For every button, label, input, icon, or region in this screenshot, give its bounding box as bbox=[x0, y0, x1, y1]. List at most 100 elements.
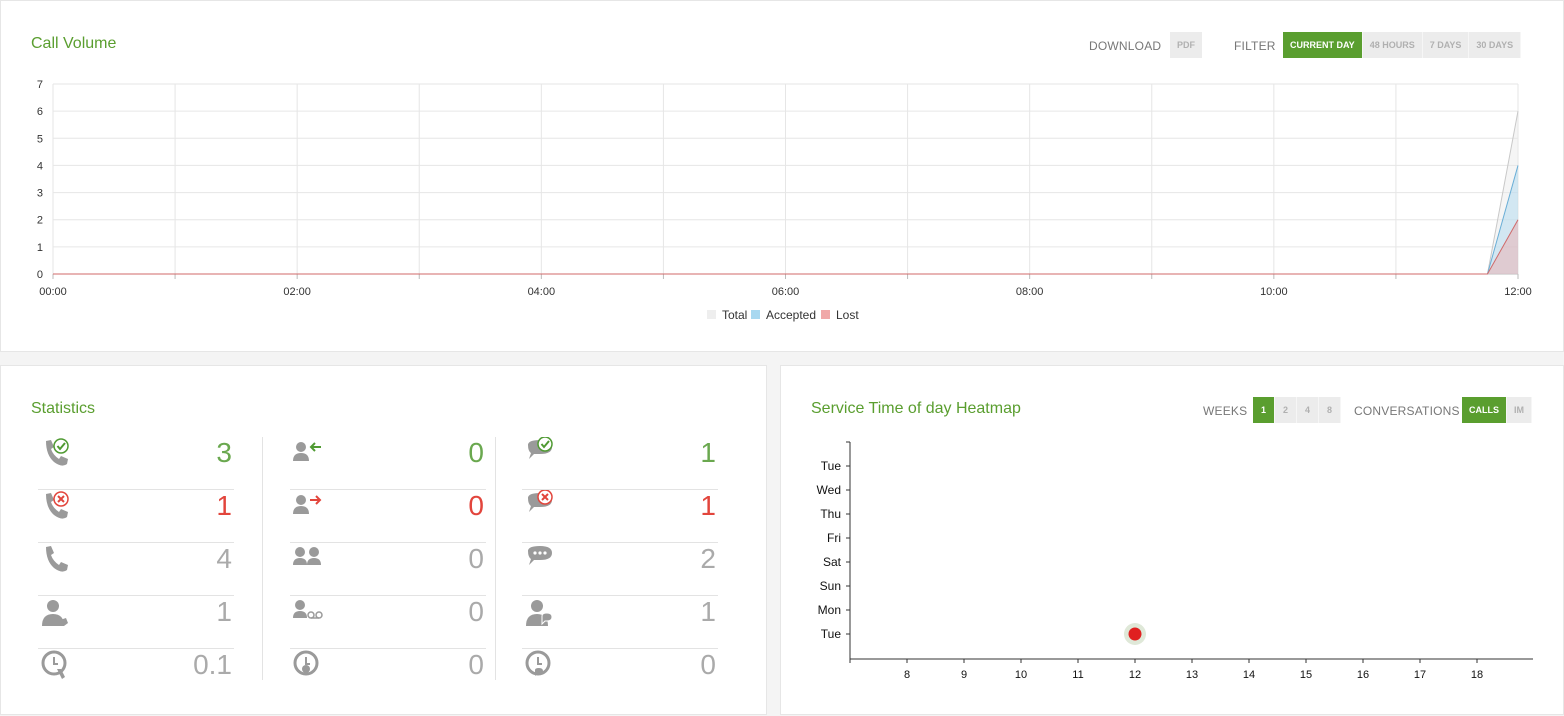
x-tick-label: 08:00 bbox=[1016, 286, 1044, 298]
weeks-group: 1248 bbox=[1253, 397, 1342, 423]
stat-value: 0 bbox=[468, 596, 484, 627]
heatmap-panel: Service Time of day Heatmap WEEKS 1248 C… bbox=[780, 365, 1564, 715]
x-tick-label: 16 bbox=[1357, 669, 1369, 681]
stat-row: 0 bbox=[290, 596, 486, 649]
download-label: DOWNLOAD bbox=[1089, 39, 1162, 53]
stat-value: 0 bbox=[468, 437, 484, 468]
stat-value: 1 bbox=[700, 596, 716, 627]
filter-label: FILTER bbox=[1234, 39, 1276, 53]
x-tick-label: 12:00 bbox=[1504, 286, 1532, 298]
users-voicemail-icon bbox=[292, 596, 326, 630]
y-tick-label: 3 bbox=[37, 188, 43, 200]
weeks-1-button[interactable]: 1 bbox=[1253, 397, 1276, 423]
legend-swatch bbox=[707, 310, 716, 319]
y-tick-label: Tue bbox=[821, 627, 842, 641]
stat-row: 1 bbox=[38, 490, 234, 543]
conversations-label: CONVERSATIONS bbox=[1354, 404, 1460, 418]
stat-value: 3 bbox=[216, 437, 232, 468]
x-tick-label: 14 bbox=[1243, 669, 1255, 681]
conversations-calls-button[interactable]: CALLS bbox=[1462, 397, 1507, 423]
filter-30-days-button[interactable]: 30 DAYS bbox=[1469, 32, 1522, 58]
y-tick-label: 7 bbox=[37, 79, 43, 91]
chat-lost-icon bbox=[524, 489, 558, 524]
x-tick-label: 10:00 bbox=[1260, 286, 1288, 298]
y-tick-label: 5 bbox=[37, 133, 43, 145]
filter-current-day-button[interactable]: CURRENT DAY bbox=[1283, 32, 1363, 58]
user-outbound-icon bbox=[292, 490, 326, 524]
weeks-8-button[interactable]: 8 bbox=[1319, 397, 1342, 423]
x-tick-label: 12 bbox=[1129, 669, 1141, 681]
x-tick-label: 18 bbox=[1471, 669, 1483, 681]
conversations-im-button[interactable]: IM bbox=[1507, 397, 1532, 423]
stat-row: 0 bbox=[290, 649, 486, 702]
statistics-column: 1 1 2 1 0 bbox=[522, 436, 718, 680]
call-accepted-icon bbox=[40, 437, 74, 471]
stat-value: 0 bbox=[468, 649, 484, 680]
x-tick-label: 00:00 bbox=[39, 286, 67, 298]
stat-value: 1 bbox=[700, 437, 716, 468]
weeks-2-button[interactable]: 2 bbox=[1275, 397, 1298, 423]
column-divider bbox=[262, 437, 263, 680]
agent-time-icon bbox=[292, 649, 326, 683]
y-tick-label: Wed bbox=[817, 483, 841, 497]
chat-time-icon bbox=[524, 649, 558, 683]
y-tick-label: Fri bbox=[827, 531, 841, 545]
stat-row: 4 bbox=[38, 543, 234, 596]
agent-chat-icon bbox=[524, 596, 558, 630]
heatmap-point[interactable] bbox=[1128, 627, 1142, 641]
stat-value: 0.1 bbox=[193, 649, 232, 680]
chat-icon bbox=[524, 543, 558, 577]
stat-row: 1 bbox=[522, 596, 718, 649]
stat-row: 0.1 bbox=[38, 649, 234, 702]
stat-row: 1 bbox=[522, 436, 718, 490]
heatmap-chart: Tue Wed Thu Fri Sat Sun Mon Tue 8 9 10 11 12 13 14 15 16… bbox=[817, 441, 1533, 681]
call-volume-title: Call Volume bbox=[31, 35, 117, 52]
y-tick-label: Tue bbox=[821, 459, 842, 473]
x-tick-label: 10 bbox=[1015, 669, 1027, 681]
y-tick-label: Thu bbox=[820, 507, 841, 521]
weeks-label: WEEKS bbox=[1203, 404, 1248, 418]
x-tick-label: 8 bbox=[904, 669, 910, 681]
x-tick-label: 11 bbox=[1072, 669, 1083, 681]
x-tick-label: 17 bbox=[1414, 669, 1426, 681]
legend-item-lost[interactable]: Lost bbox=[821, 308, 859, 322]
call-volume-panel: Call Volume DOWNLOAD PDF FILTER CURRENT … bbox=[0, 0, 1564, 352]
y-tick-label: Sun bbox=[820, 579, 841, 593]
stat-value: 0 bbox=[468, 490, 484, 521]
y-tick-label: Mon bbox=[818, 603, 841, 617]
y-tick-label: 6 bbox=[37, 106, 43, 118]
legend-label: Total bbox=[722, 308, 747, 322]
heatmap-title: Service Time of day Heatmap bbox=[811, 400, 1021, 417]
stat-row: 0 bbox=[522, 649, 718, 702]
stat-value: 0 bbox=[700, 649, 716, 680]
filter-48-hours-button[interactable]: 48 HOURS bbox=[1362, 32, 1423, 58]
stat-row: 2 bbox=[522, 543, 718, 596]
conversations-group: CALLS IM bbox=[1462, 397, 1532, 423]
stat-row: 3 bbox=[38, 437, 234, 490]
weeks-4-button[interactable]: 4 bbox=[1297, 397, 1320, 423]
call-lost-icon bbox=[40, 490, 74, 524]
filter-7-days-button[interactable]: 7 DAYS bbox=[1422, 32, 1470, 58]
users-transfer-icon bbox=[292, 543, 326, 577]
stat-row: 1 bbox=[522, 489, 718, 543]
stat-value: 1 bbox=[216, 490, 232, 521]
filter-group: CURRENT DAY 48 HOURS 7 DAYS 30 DAYS bbox=[1283, 32, 1522, 58]
stat-value: 0 bbox=[468, 543, 484, 574]
y-tick-label: 2 bbox=[37, 215, 43, 227]
chat-accepted-icon bbox=[524, 436, 558, 471]
pdf-button[interactable]: PDF bbox=[1170, 32, 1202, 58]
user-inbound-icon bbox=[292, 437, 326, 471]
legend-swatch bbox=[821, 310, 830, 319]
legend-label: Lost bbox=[836, 308, 859, 322]
stat-row: 0 bbox=[290, 490, 486, 543]
y-tick-label: 0 bbox=[37, 269, 43, 281]
legend-label: Accepted bbox=[766, 308, 816, 322]
legend-item-accepted[interactable]: Accepted bbox=[751, 308, 816, 322]
legend-swatch bbox=[751, 310, 760, 319]
statistics-title: Statistics bbox=[31, 400, 96, 417]
stat-row: 1 bbox=[38, 596, 234, 649]
legend-item-total[interactable]: Total bbox=[707, 308, 747, 322]
call-volume-chart: 0 1 2 3 4 5 6 7 00:00 02:00 04:00 06:00 08:00 10:00 12… bbox=[37, 79, 1532, 322]
stat-value: 1 bbox=[700, 490, 716, 521]
call-time-icon bbox=[40, 649, 74, 683]
